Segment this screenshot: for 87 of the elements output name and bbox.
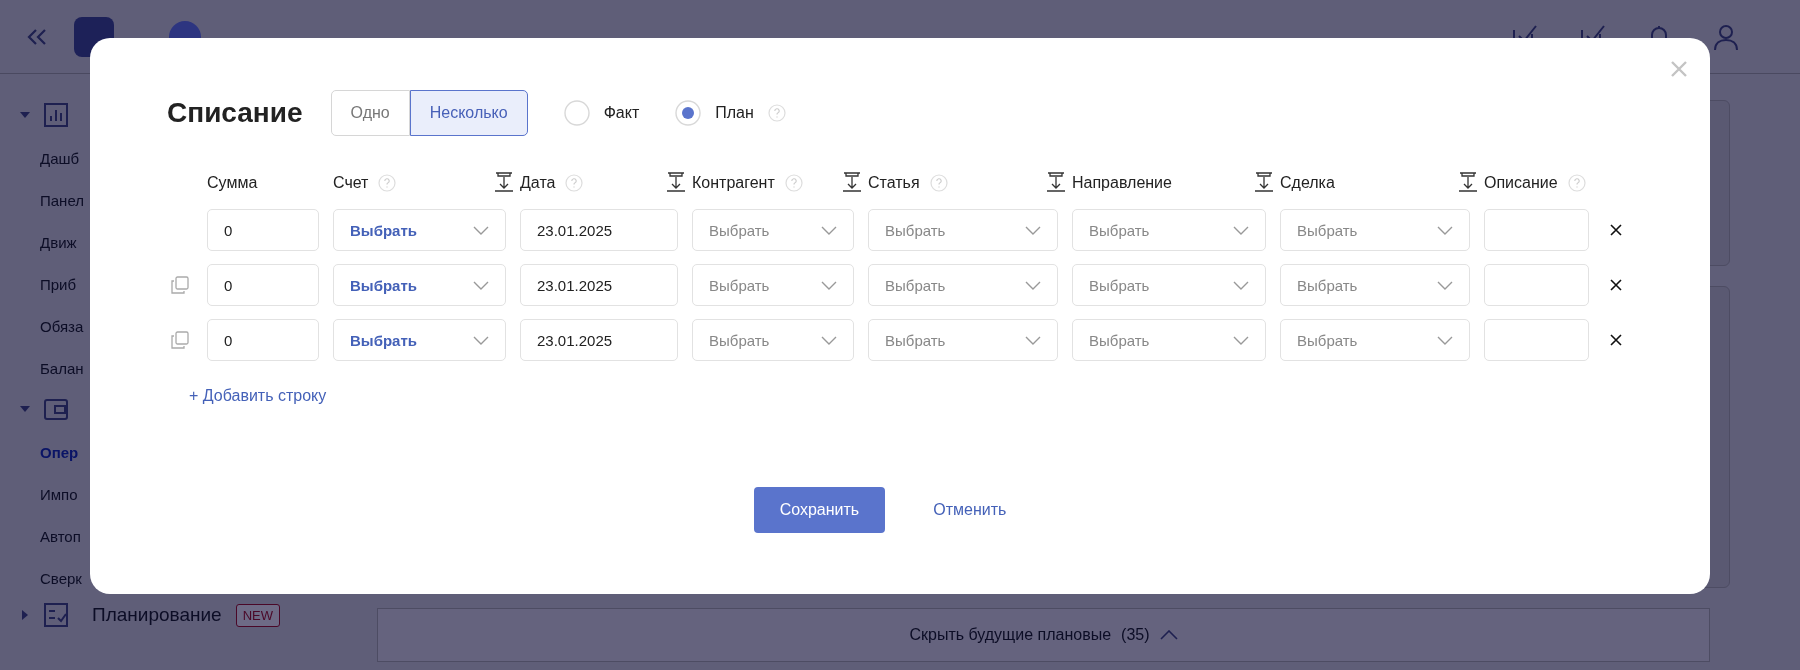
select-field[interactable]: Выбрать: [692, 264, 854, 306]
caret-right-icon[interactable]: [20, 610, 30, 620]
caret-down-icon[interactable]: [20, 404, 30, 414]
input-field[interactable]: 0: [207, 209, 319, 251]
select-field[interactable]: Выбрать: [868, 264, 1058, 306]
chevron-down-icon: [1437, 280, 1453, 290]
input-field[interactable]: [1484, 264, 1589, 306]
help-icon[interactable]: [565, 174, 584, 192]
column-header: Направление: [1072, 174, 1172, 192]
fill-down-icon[interactable]: [1458, 172, 1478, 192]
chevron-down-icon: [1025, 280, 1041, 290]
caret-down-icon[interactable]: [20, 110, 30, 120]
mode-tab[interactable]: Несколько: [409, 90, 528, 136]
select-field[interactable]: Выбрать: [692, 209, 854, 251]
column-header: Сумма: [207, 174, 258, 192]
input-field[interactable]: 23.01.2025: [520, 209, 678, 251]
user-icon[interactable]: [1712, 22, 1740, 51]
column-header: Дата: [520, 174, 556, 192]
input-field[interactable]: 23.01.2025: [520, 319, 678, 361]
radio-button[interactable]: [563, 100, 590, 126]
help-icon[interactable]: [784, 174, 803, 192]
select-field[interactable]: Выбрать: [333, 319, 506, 361]
caret-up-icon: [1159, 630, 1178, 640]
delete-icon[interactable]: [1610, 334, 1622, 346]
fill-down-icon[interactable]: [666, 172, 686, 192]
input-field[interactable]: 0: [207, 264, 319, 306]
chevron-down-icon: [1437, 225, 1453, 235]
fill-down-icon[interactable]: [1046, 172, 1066, 192]
copy-icon[interactable]: [171, 331, 189, 349]
cancel-link[interactable]: Отменить: [933, 501, 1007, 519]
chevron-down-icon: [1233, 280, 1249, 290]
help-icon[interactable]: [767, 104, 786, 122]
chevron-down-icon: [473, 225, 489, 235]
column-header: Контрагент: [692, 174, 775, 192]
mode-tab[interactable]: Одно: [330, 90, 410, 136]
select-field[interactable]: Выбрать: [1072, 209, 1266, 251]
select-field[interactable]: Выбрать: [692, 319, 854, 361]
help-icon[interactable]: [1567, 174, 1586, 192]
new-badge: NEW: [235, 603, 280, 627]
help-icon[interactable]: [378, 174, 397, 192]
chevron-down-icon: [473, 335, 489, 345]
add-row-link[interactable]: + Добавить строку: [189, 387, 327, 405]
chart-icon: [44, 103, 68, 127]
collapse-icon[interactable]: [26, 27, 48, 46]
input-field[interactable]: [1484, 209, 1589, 251]
select-field[interactable]: Выбрать: [1280, 264, 1470, 306]
select-field[interactable]: Выбрать: [1072, 319, 1266, 361]
chevron-down-icon: [1025, 225, 1041, 235]
column-header: Счет: [333, 174, 369, 192]
select-field[interactable]: Выбрать: [1280, 319, 1470, 361]
select-field[interactable]: Выбрать: [1280, 209, 1470, 251]
chevron-down-icon: [821, 225, 837, 235]
copy-icon[interactable]: [171, 276, 189, 294]
chevron-down-icon: [1025, 335, 1041, 345]
column-header: Сделка: [1280, 174, 1335, 192]
wallet-icon: [44, 397, 68, 421]
radio-button[interactable]: [675, 100, 702, 126]
select-field[interactable]: Выбрать: [1072, 264, 1266, 306]
select-field[interactable]: Выбрать: [333, 209, 506, 251]
save-button[interactable]: Сохранить: [753, 487, 886, 533]
delete-icon[interactable]: [1610, 224, 1622, 236]
dialog-title: Списание: [167, 97, 303, 129]
select-field[interactable]: Выбрать: [868, 319, 1058, 361]
chevron-down-icon: [821, 280, 837, 290]
sidebar-section[interactable]: Планирование: [92, 604, 222, 626]
chevron-down-icon: [473, 280, 489, 290]
select-field[interactable]: Выбрать: [868, 209, 1058, 251]
future-toggle[interactable]: Скрыть будущие плановые (35): [377, 608, 1710, 662]
chevron-down-icon: [821, 335, 837, 345]
delete-icon[interactable]: [1610, 279, 1622, 291]
chevron-down-icon: [1233, 335, 1249, 345]
column-header: Статья: [868, 174, 920, 192]
help-icon[interactable]: [929, 174, 948, 192]
input-field[interactable]: 0: [207, 319, 319, 361]
chevron-down-icon: [1437, 335, 1453, 345]
close-icon[interactable]: [1670, 60, 1688, 78]
radio-label[interactable]: План: [715, 104, 754, 122]
input-field[interactable]: 23.01.2025: [520, 264, 678, 306]
checklist-icon: [44, 603, 68, 627]
column-header: Описание: [1484, 174, 1558, 192]
fill-down-icon[interactable]: [1254, 172, 1274, 192]
radio-label[interactable]: Факт: [603, 104, 640, 122]
fill-down-icon[interactable]: [494, 172, 514, 192]
select-field[interactable]: Выбрать: [333, 264, 506, 306]
input-field[interactable]: [1484, 319, 1589, 361]
chevron-down-icon: [1233, 225, 1249, 235]
fill-down-icon[interactable]: [842, 172, 862, 192]
